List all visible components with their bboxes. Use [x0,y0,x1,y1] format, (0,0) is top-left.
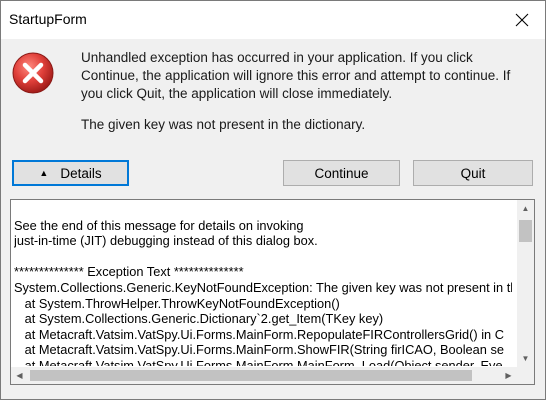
exception-message: The given key was not present in the dic… [81,117,366,132]
details-text: See the end of this message for details … [14,202,512,366]
details-line: at Metacraft.Vatsim.VatSpy.Ui.Forms.Main… [14,342,504,358]
vertical-scroll-thumb[interactable] [519,220,532,242]
dialog-content: Unhandled exception has occurred in your… [1,39,545,399]
details-button-label: Details [60,165,102,181]
scroll-left-arrow-icon[interactable]: ◀ [11,367,28,384]
details-line: System.Collections.Generic.KeyNotFoundEx… [14,279,512,295]
scroll-right-arrow-icon[interactable]: ▶ [500,367,517,384]
horizontal-scroll-thumb[interactable] [30,370,472,381]
scroll-up-arrow-icon[interactable]: ▲ [517,200,534,217]
error-dialog: StartupForm Unhandled exception has occu… [0,0,546,400]
details-line: at Metacraft.Vatsim.VatSpy.Ui.Forms.Main… [14,326,504,342]
continue-button[interactable]: Continue [283,160,400,186]
scroll-down-arrow-icon[interactable]: ▼ [517,350,534,367]
vertical-scrollbar[interactable]: ▲ ▼ [517,200,534,367]
close-button[interactable] [499,1,545,39]
triangle-up-icon: ▲ [39,168,49,178]
error-icon [12,52,54,94]
title-bar[interactable]: StartupForm [1,1,545,39]
details-line: just-in-time (JIT) debugging instead of … [14,233,318,249]
details-line: ************** Exception Text **********… [14,264,244,280]
scrollbar-corner [517,367,534,384]
window-title: StartupForm [9,11,87,27]
details-line: at Metacraft.Vatsim.VatSpy.Ui.Forms.Main… [14,357,503,366]
close-icon [515,13,529,27]
details-line: at System.Collections.Generic.Dictionary… [14,311,384,327]
details-textbox[interactable]: See the end of this message for details … [10,199,535,385]
horizontal-scrollbar[interactable]: ◀ ▶ [11,367,517,384]
details-line: at System.ThrowHelper.ThrowKeyNotFoundEx… [14,295,340,311]
error-message: Unhandled exception has occurred in your… [81,50,511,101]
quit-button[interactable]: Quit [413,160,533,186]
details-button[interactable]: ▲ Details [12,160,129,186]
details-line: See the end of this message for details … [14,217,304,233]
